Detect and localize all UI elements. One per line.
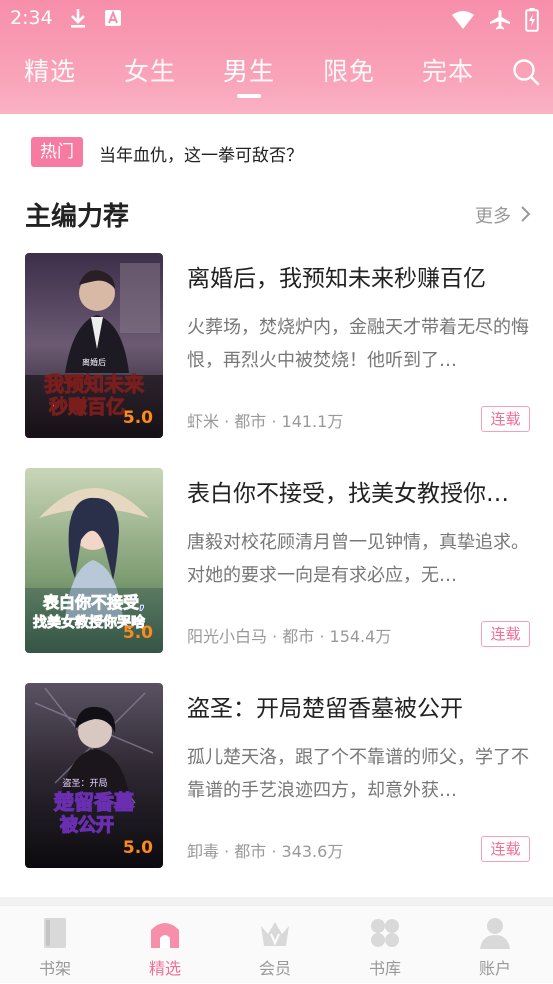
book-item[interactable]: 盗圣：开局 楚留香墓 被公开 5.0 盗圣：开局楚留香墓被公开 孤儿楚天洛，跟了… [0,683,553,869]
crown-icon [261,922,289,946]
nav-library[interactable]: 书库 [330,906,440,984]
divider [0,897,553,905]
chevron-right-icon[interactable] [519,205,531,223]
svg-text:楚留香墓: 楚留香墓 [54,790,135,814]
home-icon [151,923,179,948]
nav-bookshelf[interactable]: 书架 [0,906,110,984]
tab-female[interactable]: 女生 [124,52,176,88]
book-title[interactable]: 表白你不接受，找美女教授你… [187,474,529,508]
nav-label: 会员 [258,959,291,978]
book-item[interactable]: 离婚后 我预知未来 秒赚百亿 5.0 离婚后，我预知未来秒赚百亿 火葬场，焚烧炉… [0,253,553,439]
app-notification-icon [105,10,121,26]
status-icons [451,8,539,32]
rating: 5.0 [122,838,153,858]
status-badge: 连载 [481,836,530,862]
book-description: 火葬场，焚烧炉内，金融天才带着无尽的悔恨，再烈火中被焚烧！他听到了… [187,317,529,371]
book-title[interactable]: 离婚后，我预知未来秒赚百亿 [187,259,529,293]
svg-text:我预知未来: 我预知未来 [44,372,145,396]
hot-badge: 热门 [31,137,83,167]
download-icon [71,9,85,28]
bottom-nav: 书架 精选 会员 书库 账户 [0,905,553,983]
rating: 5.0 [122,408,153,428]
hot-banner[interactable]: 热门 当年血仇，这一拳可敌否？ [0,135,553,169]
status-bar: 2:34 [0,0,553,38]
tab-free[interactable]: 限免 [323,52,375,88]
nav-membership[interactable]: 会员 [220,906,330,984]
cover-small-title: 离婚后 [82,357,106,367]
library-grid-icon [371,919,399,947]
svg-text:秒赚百亿: 秒赚百亿 [49,395,125,418]
nav-label: 账户 [478,959,511,978]
battery-charging-icon [525,8,539,32]
section-title: 主编力荐 [25,202,130,232]
book-meta: 卸毒 · 都市 · 343.6万 [187,842,344,861]
hot-text[interactable]: 当年血仇，这一拳可敌否？ [99,141,303,166]
book-description: 唐毅对校花顾清月曾一见钟情，真挚追求。对她的要求一向是有求必应，无… [187,532,529,586]
airplane-mode-icon [490,10,510,30]
tab-completed[interactable]: 完本 [422,52,474,88]
wifi-icon [452,11,474,29]
nav-label: 书架 [38,959,71,978]
book-cover[interactable]: 盗圣：开局 楚留香墓 被公开 5.0 [25,683,163,868]
category-tabs: 精选 女生 男生 限免 完本 [0,52,553,102]
status-time: 2:34 [10,7,53,29]
active-tab-indicator [237,94,261,98]
header: 2:34 精选 女生 男生 限免 完本 [0,0,553,114]
rating: 5.0 [122,623,153,643]
account-icon [480,918,510,949]
status-badge: 连载 [481,406,530,432]
nav-featured[interactable]: 精选 [110,906,220,984]
search-icon[interactable] [512,58,540,86]
cover-small-title: 盗圣：开局 [62,777,107,789]
book-item[interactable]: 表白你不接受, 找美女教授你哭啥 5.0 表白你不接受，找美女教授你… 唐毅对校… [0,468,553,654]
nav-label: 精选 [148,959,181,978]
bookshelf-icon [44,918,66,948]
tab-featured[interactable]: 精选 [24,52,76,88]
book-cover[interactable]: 表白你不接受, 找美女教授你哭啥 5.0 [25,468,163,653]
book-meta: 虾米 · 都市 · 141.1万 [187,412,344,431]
more-link[interactable]: 更多 [475,202,511,228]
book-cover[interactable]: 离婚后 我预知未来 秒赚百亿 5.0 [25,253,163,438]
status-badge: 连载 [481,621,530,647]
svg-text:表白你不接受,: 表白你不接受, [42,593,145,612]
nav-label: 书库 [368,959,401,978]
nav-account[interactable]: 账户 [440,906,550,984]
book-meta: 阳光小白马 · 都市 · 154.4万 [187,627,392,646]
book-description: 孤儿楚天洛，跟了个不靠谱的师父，学了不靠谱的手艺浪迹四方，却意外获… [187,747,529,801]
tab-male[interactable]: 男生 [223,52,275,88]
svg-text:被公开: 被公开 [60,814,114,836]
book-title[interactable]: 盗圣：开局楚留香墓被公开 [187,689,529,723]
